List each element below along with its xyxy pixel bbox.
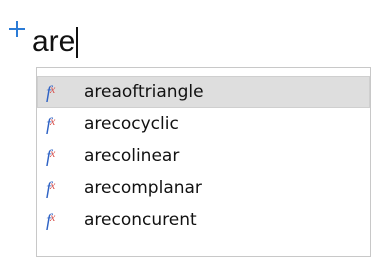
command-input-text[interactable]: are	[32, 24, 75, 60]
plus-icon[interactable]	[9, 21, 25, 37]
function-icon: fx	[46, 114, 56, 134]
command-input[interactable]: are	[32, 24, 79, 60]
function-icon: fx	[46, 210, 56, 230]
autocomplete-dropdown: fx areaoftriangle fx arecocyclic fx arec…	[36, 67, 371, 257]
autocomplete-list: fx areaoftriangle fx arecocyclic fx arec…	[37, 76, 370, 236]
autocomplete-item[interactable]: fx areaoftriangle	[37, 76, 370, 108]
autocomplete-item-label: arecolinear	[84, 146, 180, 166]
autocomplete-item[interactable]: fx arecocyclic	[37, 108, 370, 140]
autocomplete-item[interactable]: fx areconcurent	[37, 204, 370, 236]
function-icon: fx	[46, 178, 56, 198]
autocomplete-item-label: arecocyclic	[84, 114, 179, 134]
function-icon: fx	[46, 146, 56, 166]
autocomplete-item-label: areconcurent	[84, 210, 197, 230]
editor-stage: are fx areaoftriangle fx arecocyclic fx …	[0, 0, 372, 258]
text-caret	[76, 26, 79, 58]
autocomplete-item[interactable]: fx arecolinear	[37, 140, 370, 172]
autocomplete-item-label: areaoftriangle	[84, 82, 204, 102]
autocomplete-item-label: arecomplanar	[84, 178, 202, 198]
autocomplete-item[interactable]: fx arecomplanar	[37, 172, 370, 204]
function-icon: fx	[46, 82, 56, 102]
